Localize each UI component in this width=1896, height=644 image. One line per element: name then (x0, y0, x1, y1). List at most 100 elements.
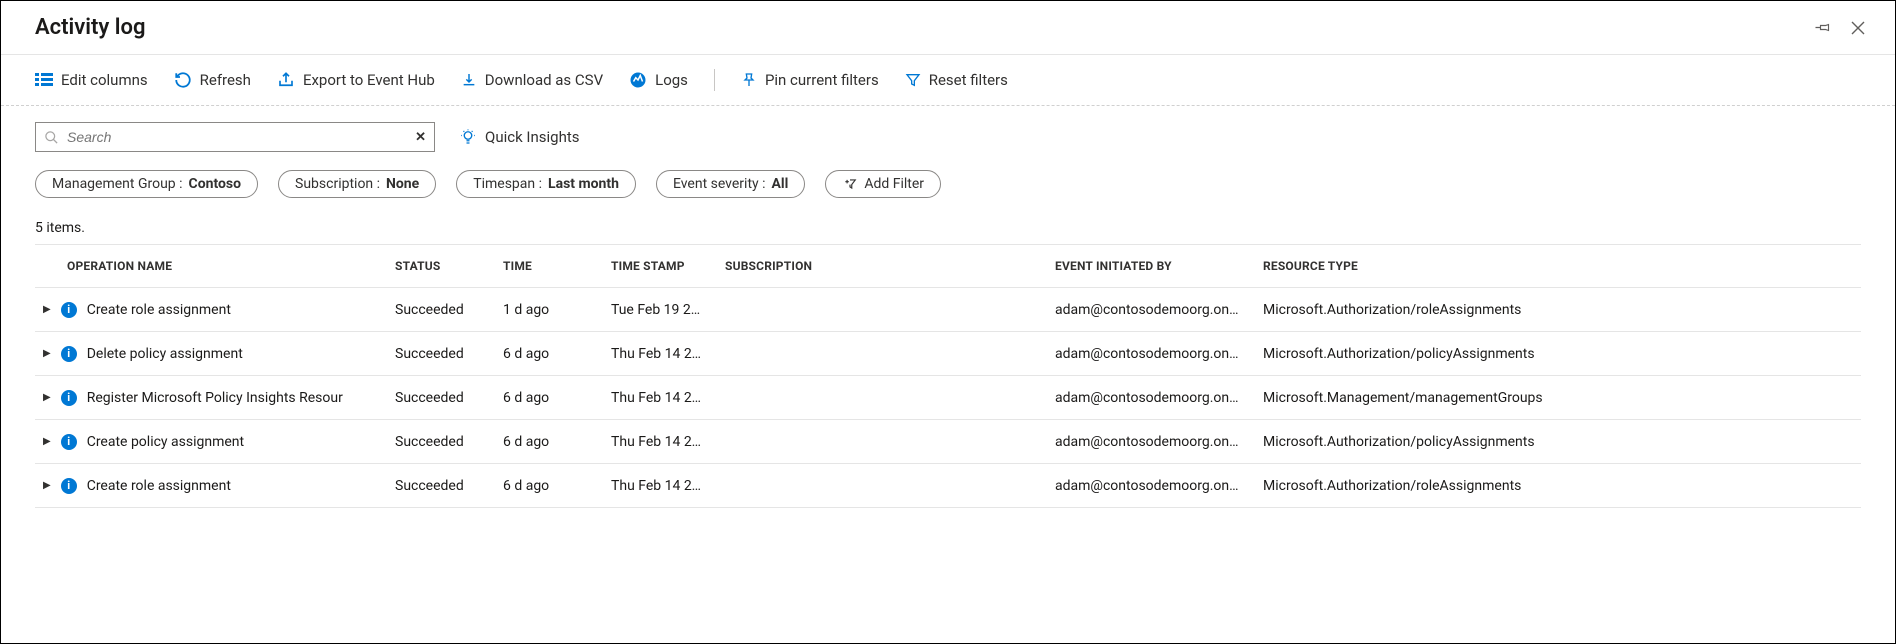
table-row[interactable]: ▶ i Create role assignment Succeeded1 d ago… (35, 288, 1861, 332)
info-icon: i (61, 346, 77, 362)
info-icon: i (61, 478, 77, 494)
info-icon: i (61, 434, 77, 450)
col-initiated[interactable]: Event initiated by (1055, 259, 1263, 273)
quick-insights-label: Quick Insights (485, 128, 580, 146)
col-subscription[interactable]: Subscription (725, 259, 1055, 273)
cell-status: Succeeded (395, 478, 503, 494)
operation-cell: ▶ i Create policy assignment (35, 434, 395, 450)
operation-name: Create role assignment (87, 302, 231, 318)
cell-initiated: adam@contosodemoorg.on… (1055, 346, 1263, 362)
cell-time: 6 d ago (503, 434, 611, 450)
filter-timespan[interactable]: Timespan : Last month (456, 170, 636, 198)
cell-status: Succeeded (395, 390, 503, 406)
col-status[interactable]: Status (395, 259, 503, 273)
cell-initiated: adam@contosodemoorg.on… (1055, 390, 1263, 406)
col-operation[interactable]: Operation name (35, 259, 395, 273)
cell-resource_type: Microsoft.Management/managementGroups (1263, 390, 1643, 406)
cell-time: 1 d ago (503, 302, 611, 318)
table-body: ▶iCreate role assignmentSucceeded1 d ago… (35, 288, 1861, 508)
cell-resource_type: Microsoft.Authorization/roleAssignments (1263, 478, 1643, 494)
cell-resource_type: Microsoft.Authorization/policyAssignment… (1263, 346, 1643, 362)
funnel-icon (905, 71, 921, 89)
cell-timestamp: Thu Feb 14 2… (611, 434, 725, 450)
search-row: ✕ Quick Insights (1, 106, 1895, 152)
cell-resource_type: Microsoft.Authorization/policyAssignment… (1263, 434, 1643, 450)
add-filter-icon (842, 177, 858, 191)
pin-filters-label: Pin current filters (765, 71, 879, 89)
operation-name: Register Microsoft Policy Insights Resou… (87, 390, 343, 406)
cell-timestamp: Thu Feb 14 2… (611, 390, 725, 406)
clear-search-icon[interactable]: ✕ (415, 130, 426, 145)
operation-name: Create policy assignment (87, 434, 244, 450)
add-filter-label: Add Filter (864, 176, 924, 192)
table-row[interactable]: ▶ i Register Microsoft Policy Insights Res… (35, 376, 1861, 420)
pin-icon[interactable] (1813, 19, 1831, 37)
operation-cell: ▶ i Delete policy assignment (35, 346, 395, 362)
reset-filters-label: Reset filters (929, 71, 1008, 89)
filter-value: None (386, 176, 419, 192)
export-label: Export to Event Hub (303, 71, 435, 89)
refresh-label: Refresh (200, 71, 251, 89)
cell-initiated: adam@contosodemoorg.on… (1055, 434, 1263, 450)
table-row[interactable]: ▶ i Delete policy assignment Succeeded6 d a… (35, 332, 1861, 376)
filter-label: Subscription : (295, 176, 380, 192)
filter-value: Last month (548, 176, 619, 192)
cell-time: 6 d ago (503, 346, 611, 362)
cell-resource_type: Microsoft.Authorization/roleAssignments (1263, 302, 1643, 318)
export-icon (277, 71, 295, 89)
search-box[interactable]: ✕ (35, 122, 435, 152)
filter-label: Event severity : (673, 176, 766, 192)
blade-header: Activity log (1, 1, 1895, 55)
expand-icon[interactable]: ▶ (43, 392, 51, 403)
col-timestamp[interactable]: Time stamp (611, 259, 725, 273)
quick-insights-button[interactable]: Quick Insights (459, 128, 580, 146)
operation-name: Delete policy assignment (87, 346, 243, 362)
reset-filters-button[interactable]: Reset filters (905, 71, 1008, 89)
lightbulb-icon (459, 128, 477, 146)
info-icon: i (61, 302, 77, 318)
toolbar-divider (714, 69, 715, 91)
columns-icon (35, 72, 53, 88)
filter-management-group[interactable]: Management Group : Contoso (35, 170, 258, 198)
item-count: 5 items. (1, 198, 1895, 244)
edit-columns-label: Edit columns (61, 71, 148, 89)
cell-initiated: adam@contosodemoorg.on… (1055, 302, 1263, 318)
cell-timestamp: Thu Feb 14 2… (611, 346, 725, 362)
add-filter-button[interactable]: Add Filter (825, 170, 941, 198)
logs-button[interactable]: Logs (629, 71, 688, 89)
table-row[interactable]: ▶iCreate policy assignmentSucceeded6 d a… (35, 420, 1861, 464)
filter-label: Timespan : (473, 176, 542, 192)
filter-event-severity[interactable]: Event severity : All (656, 170, 805, 198)
expand-icon[interactable]: ▶ (43, 304, 51, 315)
expand-icon[interactable]: ▶ (43, 480, 51, 491)
col-time[interactable]: Time (503, 259, 611, 273)
command-bar: Edit columns Refresh Export to Event Hub… (1, 55, 1895, 106)
download-csv-button[interactable]: Download as CSV (461, 71, 603, 89)
export-event-hub-button[interactable]: Export to Event Hub (277, 71, 435, 89)
pin-filters-button[interactable]: Pin current filters (741, 71, 879, 89)
expand-icon[interactable]: ▶ (43, 348, 51, 359)
filter-value: Contoso (189, 176, 241, 192)
cell-time: 6 d ago (503, 478, 611, 494)
refresh-icon (174, 71, 192, 89)
cell-timestamp: Tue Feb 19 2… (611, 302, 725, 318)
cell-status: Succeeded (395, 346, 503, 362)
refresh-button[interactable]: Refresh (174, 71, 251, 89)
col-resource-type[interactable]: Resource type (1263, 259, 1643, 273)
filter-pills: Management Group : Contoso Subscription … (1, 152, 1895, 198)
table-row[interactable]: ▶iCreate role assignmentSucceeded6 d ago… (35, 464, 1861, 508)
filter-label: Management Group : (52, 176, 183, 192)
page-title: Activity log (35, 15, 145, 40)
table-header: Operation name Status Time Time stamp Su… (35, 244, 1861, 288)
header-actions (1813, 19, 1867, 37)
operation-cell: ▶iCreate role assignment (35, 478, 395, 494)
edit-columns-button[interactable]: Edit columns (35, 71, 148, 89)
logs-icon (629, 71, 647, 89)
cell-status: Succeeded (395, 302, 503, 318)
info-icon: i (61, 390, 77, 406)
expand-icon[interactable]: ▶ (43, 436, 51, 447)
filter-subscription[interactable]: Subscription : None (278, 170, 436, 198)
filter-value: All (772, 176, 789, 192)
search-input[interactable] (67, 129, 407, 145)
close-icon[interactable] (1849, 19, 1867, 37)
